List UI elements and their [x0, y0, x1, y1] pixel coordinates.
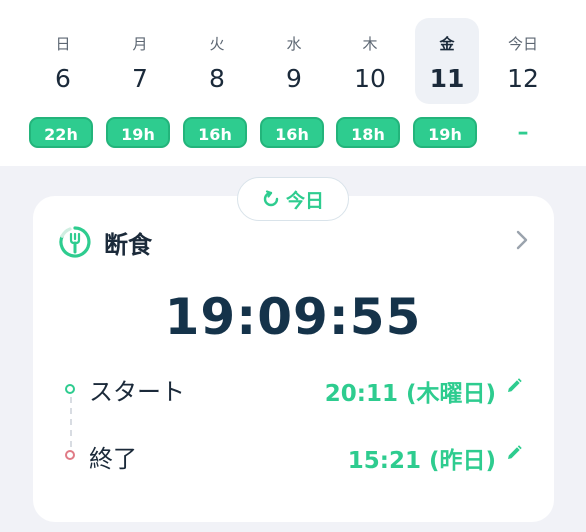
day-date: 12 [507, 64, 539, 93]
day-date: 8 [209, 64, 225, 93]
fast-hours-badge: 19h [106, 117, 170, 148]
day-of-week: 火 [209, 35, 225, 53]
day-today[interactable]: 今日 12 – [491, 0, 555, 166]
start-dot [65, 384, 75, 394]
day-wed[interactable]: 水 9 16h [260, 0, 326, 166]
day-date: 10 [354, 64, 386, 93]
fast-hours-empty: – [517, 120, 529, 145]
day-of-week: 日 [55, 35, 71, 53]
week-strip: 日 6 22h 月 7 19h 火 8 16h 水 9 16h 木 10 18h… [0, 0, 586, 166]
day-fri-selected[interactable]: 金 11 19h [413, 0, 479, 166]
today-button[interactable]: 今日 [237, 177, 349, 221]
day-date: 9 [286, 64, 302, 93]
fork-ring-icon [59, 226, 91, 258]
day-of-week: 今日 [507, 35, 538, 53]
refresh-icon [263, 190, 279, 207]
pencil-icon[interactable] [505, 377, 523, 395]
card-title: 断食 [104, 230, 152, 259]
day-of-week: 木 [362, 35, 378, 53]
pencil-icon[interactable] [505, 444, 523, 462]
day-of-week: 水 [286, 35, 302, 53]
day-of-week: 金 [439, 35, 455, 53]
day-sun[interactable]: 日 6 22h [29, 0, 95, 166]
fast-hours-badge: 19h [413, 117, 477, 148]
day-mon[interactable]: 月 7 19h [106, 0, 172, 166]
end-label: 終了 [89, 445, 137, 473]
day-thu[interactable]: 木 10 18h [336, 0, 402, 166]
day-date: 6 [55, 64, 71, 93]
fast-hours-badge: 22h [29, 117, 93, 148]
start-time[interactable]: 20:11 (木曜日) [325, 374, 496, 408]
day-of-week: 月 [132, 35, 148, 53]
day-tue[interactable]: 火 8 16h [183, 0, 249, 166]
fast-hours-badge: 18h [336, 117, 400, 148]
timeline-connector [70, 397, 72, 447]
day-date: 7 [132, 64, 148, 93]
end-dot [65, 450, 75, 460]
fast-hours-badge: 16h [183, 117, 247, 148]
day-date: 11 [429, 64, 465, 93]
start-label: スタート [89, 378, 185, 406]
today-label: 今日 [285, 189, 324, 212]
card-header[interactable]: 断食 [58, 224, 152, 260]
chevron-right-icon[interactable] [512, 228, 532, 252]
end-time[interactable]: 15:21 (昨日) [348, 441, 496, 475]
elapsed-timer: 19:09:55 [164, 288, 422, 346]
fast-hours-badge: 16h [260, 117, 324, 148]
